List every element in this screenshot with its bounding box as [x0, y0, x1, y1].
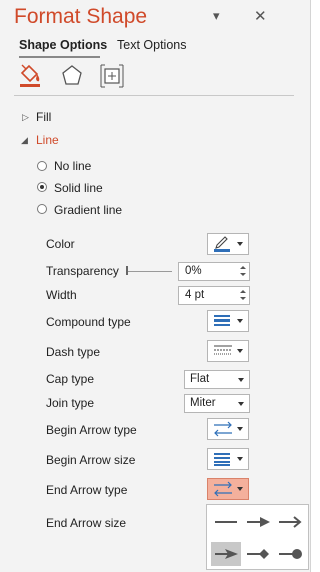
effects-pentagon-icon[interactable]	[58, 62, 86, 90]
arrow-both-icon	[214, 481, 232, 497]
solid-line-radio[interactable]	[37, 182, 47, 192]
chevron-down-icon[interactable]: ▾	[213, 8, 220, 24]
transparency-slider-track[interactable]	[127, 271, 172, 272]
begin-arrow-type-button[interactable]	[207, 418, 249, 440]
end-arrow-gallery	[206, 504, 309, 570]
join-type-select[interactable]: Miter	[184, 394, 250, 413]
join-type-value: Miter	[190, 397, 216, 409]
begin-arrow-type-label: Begin Arrow type	[46, 423, 137, 437]
arrow-icon[interactable]	[243, 510, 273, 534]
tab-text-options[interactable]: Text Options	[117, 38, 186, 52]
dash-lines-icon	[214, 345, 232, 355]
cap-type-value: Flat	[190, 373, 210, 385]
tab-shape-options[interactable]: Shape Options	[19, 38, 107, 52]
pane-title: Format Shape	[14, 5, 148, 28]
no-line-radio[interactable]	[37, 161, 47, 171]
width-value: 4 pt	[185, 289, 205, 301]
cap-type-label: Cap type	[46, 372, 95, 386]
dash-type-button[interactable]	[207, 340, 249, 362]
compound-lines-icon	[214, 315, 230, 326]
begin-arrow-size-button[interactable]	[207, 448, 249, 470]
transparency-value: 0%	[185, 265, 202, 277]
end-arrow-size-label: End Arrow size	[46, 516, 127, 530]
diamond-arrow-icon[interactable]	[243, 542, 273, 566]
active-tab-underline	[19, 56, 100, 58]
no-line-label: No line	[54, 159, 92, 173]
width-spinner[interactable]: 4 pt	[178, 286, 250, 305]
expand-right-icon[interactable]: ▷	[22, 112, 29, 123]
section-line[interactable]: Line	[36, 133, 59, 147]
pen-color-icon	[214, 236, 230, 252]
color-picker-button[interactable]	[207, 233, 249, 255]
oval-arrow-icon[interactable]	[275, 542, 305, 566]
end-arrow-type-label: End Arrow type	[46, 483, 128, 497]
stealth-arrow-icon[interactable]	[211, 542, 241, 566]
arrow-both-icon	[214, 421, 232, 437]
width-label: Width	[46, 288, 77, 302]
transparency-spinner[interactable]: 0%	[178, 262, 250, 281]
gradient-line-label: Gradient line	[54, 203, 123, 217]
section-fill[interactable]: Fill	[36, 110, 51, 124]
arrow-size-icon	[214, 453, 230, 466]
dash-type-label: Dash type	[46, 345, 101, 359]
join-type-label: Join type	[46, 396, 95, 410]
expand-down-icon[interactable]: ◢	[21, 135, 28, 146]
gradient-line-radio[interactable]	[37, 204, 47, 214]
tab-separator	[14, 95, 294, 96]
transparency-slider-thumb[interactable]	[126, 266, 128, 275]
close-icon[interactable]: ✕	[254, 7, 267, 25]
color-label: Color	[46, 237, 75, 251]
begin-arrow-size-label: Begin Arrow size	[46, 453, 136, 467]
compound-type-label: Compound type	[46, 315, 131, 329]
cap-type-select[interactable]: Flat	[184, 370, 250, 389]
solid-line-label: Solid line	[54, 181, 103, 195]
end-arrow-type-button[interactable]	[207, 478, 249, 500]
format-shape-pane: Format Shape ▾ ✕ Shape Options Text Opti…	[0, 0, 311, 572]
size-properties-icon[interactable]	[98, 62, 126, 90]
no-arrow-icon[interactable]	[211, 510, 241, 534]
compound-type-button[interactable]	[207, 310, 249, 332]
fill-line-icon[interactable]	[16, 62, 44, 90]
open-arrow-icon[interactable]	[275, 510, 305, 534]
transparency-label: Transparency	[46, 264, 119, 278]
